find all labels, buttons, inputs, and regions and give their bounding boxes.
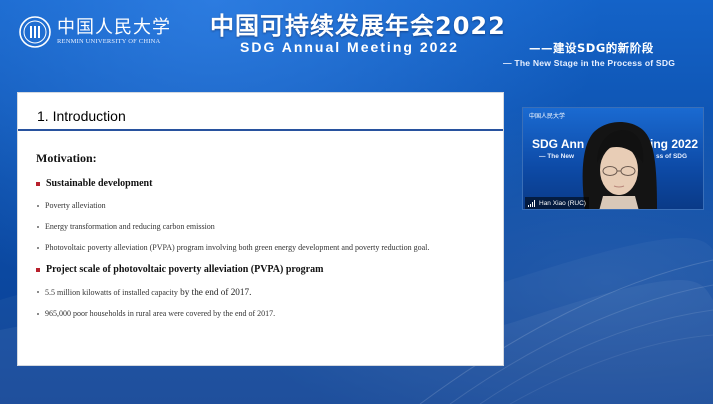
- event-title-en: SDG Annual Meeting 2022: [240, 39, 459, 55]
- dot-bullet-icon: [37, 204, 39, 207]
- dot-bullet-icon: [37, 312, 39, 315]
- list-item-text: 965,000 poor households in rural area we…: [45, 309, 276, 318]
- event-title-cn: 中国可持续发展年会2022: [210, 12, 506, 40]
- list-item: Photovoltaic poverty alleviation (PVPA) …: [36, 243, 429, 252]
- university-name-en: RENMIN UNIVERSITY OF CHINA: [57, 38, 161, 45]
- list-item-text: Photovoltaic poverty alleviation (PVPA) …: [45, 243, 430, 252]
- participant-name-label: Han Xiao (RUC): [525, 197, 589, 209]
- event-subtitle-cn: ——建设SDG的新阶段: [529, 41, 654, 55]
- section-heading-row: Project scale of photovoltaic poverty al…: [36, 264, 323, 275]
- participant-figure: [582, 122, 657, 209]
- dot-bullet-icon: [37, 225, 39, 228]
- section-heading: Sustainable development: [46, 178, 153, 189]
- list-item: Energy transformation and reducing carbo…: [36, 222, 215, 231]
- list-item-text: 5.5 million kilowatts of installed capac…: [45, 287, 251, 297]
- list-item-text-part: by the end of 2017.: [177, 287, 252, 297]
- list-item-text: Energy transformation and reducing carbo…: [45, 222, 215, 231]
- participant-video-tile[interactable]: 中国人民大学 SDG Ann ing 2022 — The New ss of …: [522, 107, 704, 210]
- motivation-heading: Motivation:: [36, 151, 97, 165]
- list-item-text-part: 5.5 million kilowatts of installed capac…: [45, 288, 178, 297]
- slide-header: 1. Introduction: [18, 93, 503, 131]
- list-item: 5.5 million kilowatts of installed capac…: [36, 287, 251, 297]
- red-square-bullet-icon: [36, 267, 40, 272]
- section-heading-row: Sustainable development: [36, 178, 152, 189]
- university-name-cn: 中国人民大学: [57, 17, 171, 38]
- event-subtitle-en: — The New Stage in the Process of SDG: [503, 58, 676, 68]
- dot-bullet-icon: [37, 246, 39, 249]
- list-item-text: Poverty alleviation: [45, 201, 106, 210]
- university-logo: 中国人民大学 RENMIN UNIVERSITY OF CHINA: [19, 16, 171, 48]
- red-square-bullet-icon: [36, 181, 40, 186]
- participant-name: Han Xiao (RUC): [539, 199, 586, 207]
- signal-strength-icon: [528, 199, 536, 207]
- shared-slide: 1. Introduction Motivation: Sustainable …: [17, 92, 504, 366]
- slide-body: Motivation: Sustainable development Pove…: [36, 151, 496, 318]
- list-item: 965,000 poor households in rural area we…: [36, 309, 275, 318]
- slide-title: 1. Introduction: [37, 108, 126, 124]
- university-seal-icon: [19, 16, 51, 48]
- list-item: Poverty alleviation: [36, 201, 106, 210]
- section-heading: Project scale of photovoltaic poverty al…: [46, 264, 324, 275]
- dot-bullet-icon: [37, 291, 39, 293]
